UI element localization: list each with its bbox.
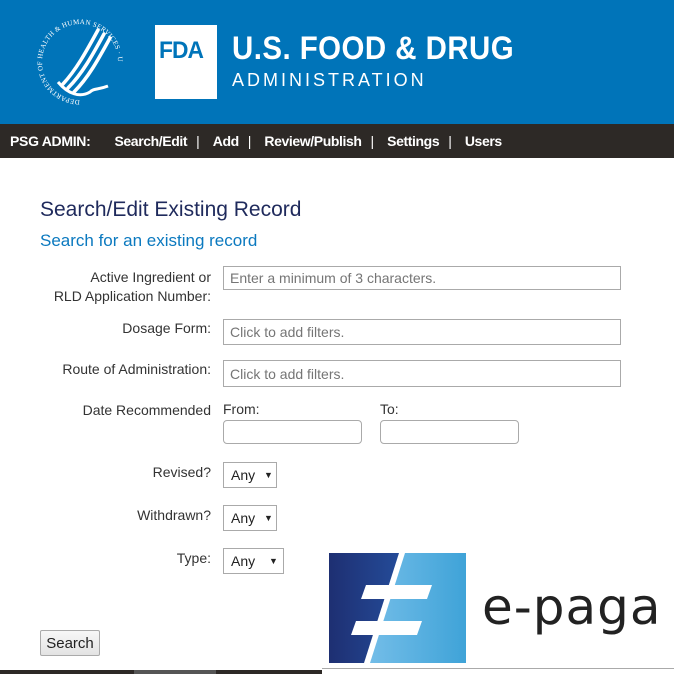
dosage-form-label: Dosage Form:	[122, 320, 211, 336]
active-ingredient-label: Active Ingredient or RLD Application Num…	[54, 268, 211, 306]
admin-nav: PSG ADMIN: Search/Edit | Add | Review/Pu…	[0, 124, 674, 158]
type-label: Type:	[176, 550, 211, 566]
route-input[interactable]	[223, 360, 621, 387]
type-value: Any	[231, 553, 256, 569]
brand-title: U.S. FOOD & DRUG	[232, 30, 515, 66]
nav-separator: |	[196, 133, 200, 149]
nav-item-users[interactable]: Users	[465, 133, 502, 149]
date-to-label: To:	[380, 401, 399, 417]
withdrawn-select[interactable]: Any ▼	[223, 505, 277, 531]
chevron-down-icon: ▼	[269, 556, 278, 566]
revised-select[interactable]: Any ▼	[223, 462, 277, 488]
date-to-input[interactable]	[380, 420, 519, 444]
chevron-down-icon: ▼	[264, 513, 273, 523]
chevron-down-icon: ▼	[264, 470, 273, 480]
route-label: Route of Administration:	[62, 361, 211, 377]
nav-separator: |	[247, 133, 252, 149]
nav-item-add[interactable]: Add	[213, 133, 239, 149]
dosage-form-input[interactable]	[223, 319, 621, 345]
label-line: RLD Application Number:	[53, 288, 211, 304]
date-recommended-label: Date Recommended	[82, 402, 211, 418]
page-title: Search/Edit Existing Record	[40, 198, 302, 221]
search-button[interactable]: Search	[40, 630, 100, 656]
fda-logo-mark: FDA	[159, 37, 204, 64]
active-ingredient-input[interactable]	[223, 266, 621, 290]
fda-logo[interactable]: FDA	[155, 25, 217, 99]
hhs-seal-icon: DEPARTMENT OF HEALTH & HUMAN SERVICES · …	[28, 12, 124, 106]
label-line: Active Ingredient or	[90, 269, 211, 285]
date-from-input[interactable]	[223, 420, 362, 444]
divider	[322, 668, 674, 669]
withdrawn-value: Any	[231, 510, 256, 526]
epaga-logo-icon	[329, 553, 466, 663]
site-header: DEPARTMENT OF HEALTH & HUMAN SERVICES · …	[0, 0, 674, 124]
nav-item-search-edit[interactable]: Search/Edit	[114, 133, 187, 149]
nav-item-settings[interactable]: Settings	[387, 133, 439, 149]
nav-item-review-publish[interactable]: Review/Publish	[264, 133, 362, 149]
date-from-label: From:	[223, 401, 260, 417]
nav-label: PSG ADMIN:	[10, 133, 91, 149]
page-subtitle: Search for an existing record	[40, 231, 258, 250]
revised-label: Revised?	[152, 464, 211, 480]
type-select[interactable]: Any ▼	[223, 548, 284, 574]
withdrawn-label: Withdrawn?	[137, 507, 211, 523]
brand-subtitle: ADMINISTRATION	[232, 70, 427, 90]
nav-separator: |	[370, 133, 375, 149]
epaga-ad-overlay[interactable]: e-paga	[322, 544, 674, 674]
nav-separator: |	[448, 133, 452, 149]
revised-value: Any	[231, 467, 256, 483]
epaga-brand-text: e-paga	[482, 578, 662, 636]
